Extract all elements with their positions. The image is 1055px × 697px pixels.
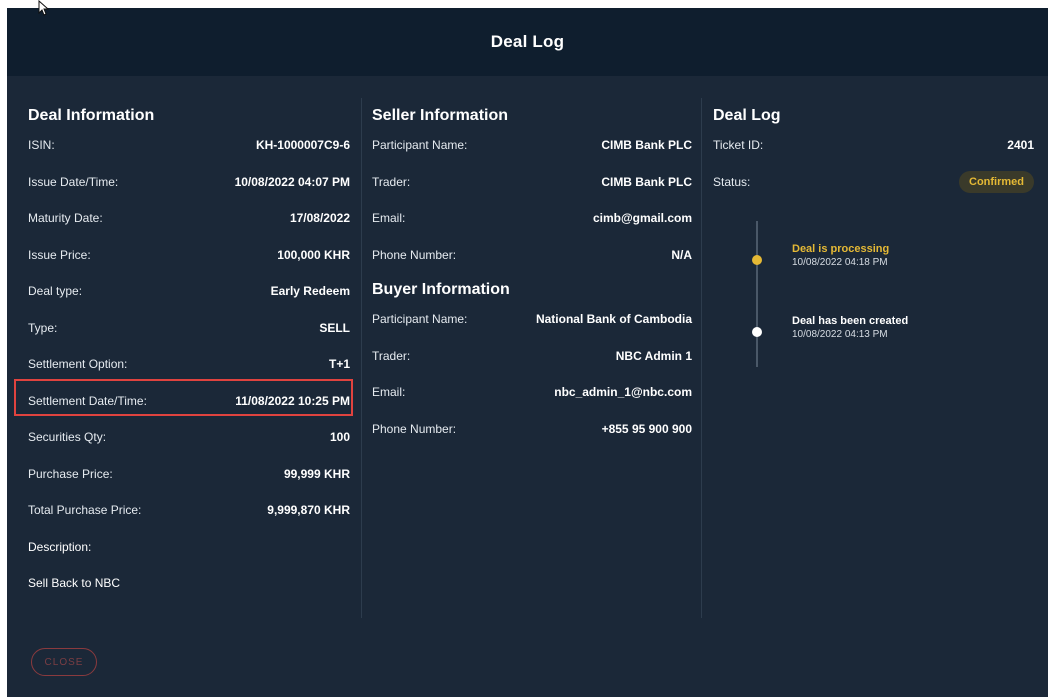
deal-info-value: 100,000 KHR [277, 247, 350, 262]
deal-info-value: 17/08/2022 [289, 211, 350, 226]
buyer-info-row: Phone Number: +855 95 900 900 [372, 411, 692, 448]
deal-info-label: Issue Date/Time: [28, 174, 119, 189]
deal-info-row: Issue Date/Time: 10/08/2022 04:07 PM [28, 164, 350, 201]
timeline-dot-icon [752, 255, 762, 265]
deal-timeline: Deal is processing 10/08/2022 04:18 PM Dea… [752, 221, 1032, 371]
timeline-text: Deal has been created 10/08/2022 04:13 PM [792, 315, 908, 340]
deal-info-label: Type: [28, 320, 58, 335]
deal-info-label: Issue Price: [28, 247, 91, 262]
seller-info-row: Phone Number: N/A [372, 237, 692, 274]
seller-info-value: CIMB Bank PLC [601, 174, 692, 189]
description-value: Sell Back to NBC [28, 576, 121, 590]
deal-log-dialog: Deal Log Deal Information ISIN: KH-100000… [7, 8, 1048, 697]
deal-info-value: 100 [329, 430, 350, 445]
buyer-info-row: Trader: NBC Admin 1 [372, 338, 692, 375]
deal-info-value: 9,999,870 KHR [267, 503, 350, 518]
ticket-id-value: 2401 [1007, 138, 1034, 153]
seller-info-value: cimb@gmail.com [592, 211, 692, 226]
seller-information-title: Seller Information [372, 107, 509, 124]
dialog-header: Deal Log [7, 8, 1048, 76]
seller-info-label: Participant Name: [372, 138, 468, 153]
deal-info-label: Maturity Date: [28, 211, 103, 226]
deal-info-row: Type: SELL [28, 310, 350, 347]
deal-information-title: Deal Information [28, 107, 155, 124]
ticket-id-row: Ticket ID: 2401 [713, 127, 1034, 164]
deal-log-section: Deal Log Ticket ID: 2401 Status: Confirm… [713, 105, 1034, 367]
deal-info-row: Purchase Price: 99,999 KHR [28, 456, 350, 493]
deal-info-label: ISIN: [28, 138, 55, 153]
buyer-info-row: Participant Name: National Bank of Cambod… [372, 301, 692, 338]
seller-info-row: Email: cimb@gmail.com [372, 200, 692, 237]
buyer-info-label: Participant Name: [372, 312, 468, 327]
ticket-id-label: Ticket ID: [713, 138, 764, 153]
deal-info-row: Securities Qty: 100 [28, 419, 350, 456]
column-divider [701, 98, 702, 618]
deal-info-row: Issue Price: 100,000 KHR [28, 237, 350, 274]
deal-log-title: Deal Log [713, 107, 781, 124]
status-badge: Confirmed [959, 170, 1034, 193]
deal-info-label: Total Purchase Price: [28, 503, 142, 518]
deal-info-value: SELL [319, 320, 350, 335]
deal-info-row: Maturity Date: 17/08/2022 [28, 200, 350, 237]
buyer-info-value: +855 95 900 900 [601, 421, 692, 436]
deal-info-label: Deal type: [28, 284, 83, 299]
deal-info-row: Settlement Option: T+1 [28, 346, 350, 383]
timeline-dot-icon [752, 327, 762, 337]
deal-info-value: 10/08/2022 04:07 PM [234, 174, 350, 189]
buyer-info-value: National Bank of Cambodia [535, 312, 692, 327]
status-label: Status: [713, 174, 751, 189]
deal-info-value: Early Redeem [270, 284, 350, 299]
seller-info-row: Trader: CIMB Bank PLC [372, 164, 692, 201]
buyer-info-label: Trader: [372, 348, 411, 363]
deal-info-row: ISIN: KH-1000007C9-6 [28, 127, 350, 164]
close-button[interactable]: CLOSE [31, 648, 97, 676]
deal-information-section: Deal Information ISIN: KH-1000007C9-6 Issu… [28, 105, 350, 602]
seller-information-section: Seller Information Participant Name: CIMB… [372, 105, 692, 447]
seller-info-label: Email: [372, 211, 406, 226]
seller-info-row: Participant Name: CIMB Bank PLC [372, 127, 692, 164]
timeline-title: Deal has been created [792, 315, 909, 327]
deal-info-label: Securities Qty: [28, 430, 107, 445]
buyer-information-title: Buyer Information [372, 281, 510, 298]
buyer-info-label: Phone Number: [372, 421, 457, 436]
seller-info-label: Trader: [372, 174, 411, 189]
seller-info-value: N/A [671, 247, 692, 262]
deal-info-row: Total Purchase Price: 9,999,870 KHR [28, 492, 350, 529]
mouse-cursor-icon [38, 0, 50, 16]
timeline-text: Deal is processing 10/08/2022 04:18 PM [792, 243, 889, 268]
seller-info-label: Phone Number: [372, 247, 457, 262]
timeline-title: Deal is processing [792, 243, 890, 255]
deal-info-value: KH-1000007C9-6 [255, 138, 350, 153]
buyer-info-value: nbc_admin_1@nbc.com [554, 385, 692, 400]
deal-info-row: Deal type: Early Redeem [28, 273, 350, 310]
seller-info-value: CIMB Bank PLC [601, 138, 692, 153]
status-row: Status: Confirmed [713, 164, 1034, 201]
column-divider [361, 98, 362, 618]
deal-info-value: T+1 [328, 357, 350, 372]
settlement-date-highlight [14, 379, 353, 416]
buyer-info-value: NBC Admin 1 [615, 348, 692, 363]
timeline-time: 10/08/2022 04:18 PM [792, 257, 888, 268]
description-label: Description: [28, 539, 92, 554]
timeline-time: 10/08/2022 04:13 PM [792, 329, 888, 340]
buyer-info-row: Email: nbc_admin_1@nbc.com [372, 374, 692, 411]
dialog-title: Deal Log [490, 32, 565, 51]
timeline-line [756, 221, 758, 367]
deal-info-value: 99,999 KHR [283, 466, 350, 481]
buyer-info-label: Email: [372, 385, 406, 400]
deal-info-label: Settlement Option: [28, 357, 128, 372]
deal-info-label: Purchase Price: [28, 466, 113, 481]
